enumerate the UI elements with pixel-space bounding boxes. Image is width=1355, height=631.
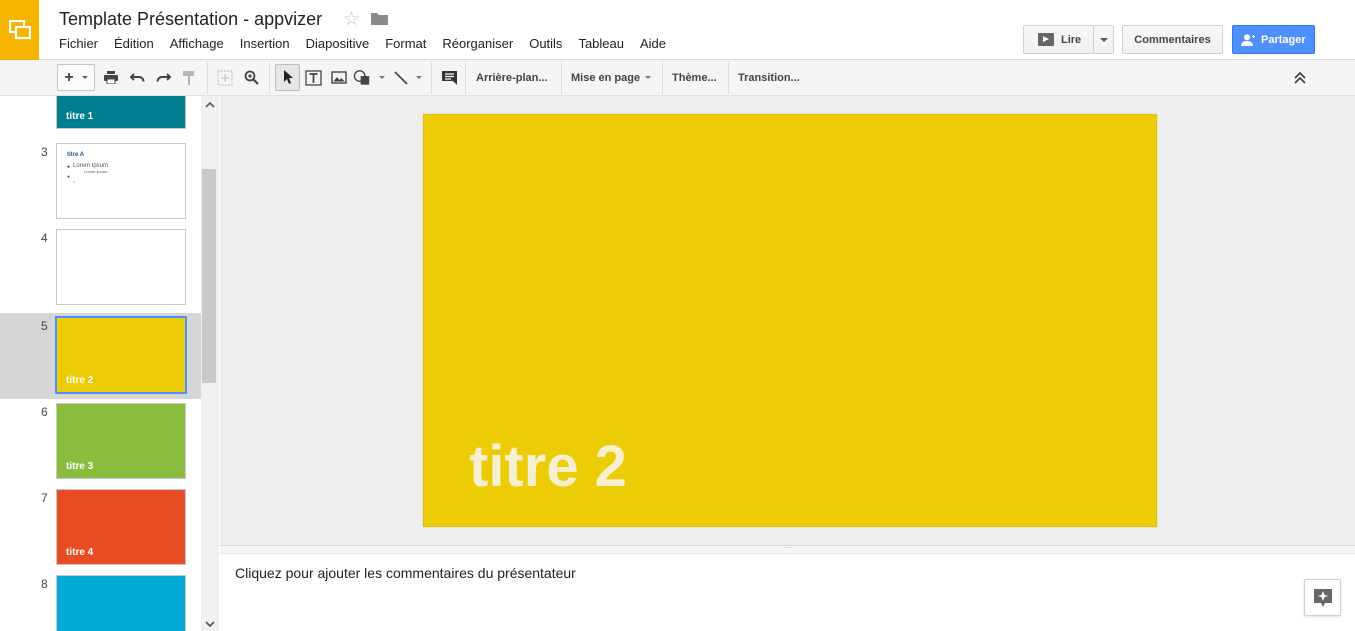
select-cursor-icon[interactable] bbox=[275, 64, 300, 91]
menu-reorganiser[interactable]: Réorganiser bbox=[442, 36, 513, 51]
toolbar-divider bbox=[207, 62, 208, 94]
slide-thumbnail[interactable] bbox=[56, 575, 186, 631]
zoom-fit-icon[interactable] bbox=[213, 64, 237, 91]
scroll-up-icon[interactable] bbox=[205, 101, 215, 109]
theme-button[interactable]: Thème... bbox=[663, 64, 726, 91]
chevron-down-icon bbox=[415, 76, 422, 79]
folder-icon[interactable] bbox=[371, 12, 388, 25]
slide-thumbnail[interactable]: titre A ● Lorem Ipsum Lorem Ipsum ● ○ bbox=[56, 143, 186, 219]
transition-button[interactable]: Transition... bbox=[729, 64, 809, 91]
slide-number: 3 bbox=[41, 145, 48, 159]
slide-thumbnail[interactable]: titre 4 bbox=[56, 489, 186, 565]
new-slide-button[interactable]: + bbox=[57, 64, 95, 91]
print-icon[interactable] bbox=[99, 64, 123, 91]
slide-thumbnail-label: titre 2 bbox=[66, 375, 94, 386]
slide-thumbnail-label: titre 1 bbox=[66, 111, 94, 122]
slide-number: 8 bbox=[41, 577, 48, 591]
slide-thumbnail[interactable]: titre 3 bbox=[56, 403, 186, 479]
present-button[interactable]: Lire bbox=[1023, 25, 1094, 54]
toolbar: + Arrière-plan... Mise en page Thème... … bbox=[0, 60, 1355, 96]
speaker-notes-placeholder[interactable]: Cliquez pour ajouter les commentaires du… bbox=[235, 565, 576, 581]
menu-tableau[interactable]: Tableau bbox=[578, 36, 624, 51]
comments-button[interactable]: Commentaires bbox=[1122, 25, 1223, 54]
slide-thumbnail-row-selected[interactable]: 5 titre 2 bbox=[0, 313, 201, 399]
toolbar-divider bbox=[431, 62, 432, 94]
zoom-icon[interactable] bbox=[239, 64, 263, 91]
background-button[interactable]: Arrière-plan... bbox=[467, 64, 557, 91]
person-icon bbox=[1241, 33, 1255, 46]
comment-add-icon[interactable] bbox=[437, 64, 461, 91]
slide-thumbnail-label: titre 3 bbox=[66, 461, 94, 472]
line-icon[interactable] bbox=[389, 64, 425, 91]
slide-number: 5 bbox=[41, 319, 48, 333]
chevron-down-icon bbox=[645, 76, 652, 79]
plus-icon: + bbox=[64, 68, 74, 86]
menu-bar: Fichier Édition Affichage Insertion Diap… bbox=[59, 36, 682, 51]
present-button-label: Lire bbox=[1061, 33, 1082, 46]
notes-resize-handle[interactable]: ··· bbox=[220, 544, 1355, 554]
slide-thumbnail-title: titre A bbox=[67, 152, 85, 158]
layout-dropdown[interactable]: Mise en page bbox=[562, 64, 660, 91]
slide-canvas[interactable]: titre 2 bbox=[423, 114, 1157, 527]
slide-thumbnail[interactable]: titre 1 bbox=[56, 96, 186, 129]
speaker-notes-panel[interactable]: Cliquez pour ajouter les commentaires du… bbox=[220, 554, 1355, 631]
present-options-dropdown[interactable] bbox=[1093, 25, 1114, 54]
toolbar-divider bbox=[269, 62, 270, 94]
header-bar: Template Présentation - appvizer ☆ Fichi… bbox=[0, 0, 1355, 60]
menu-format[interactable]: Format bbox=[385, 36, 426, 51]
slide-thumbnail-row[interactable]: 7 titre 4 bbox=[0, 485, 201, 571]
slide-title[interactable]: titre 2 bbox=[469, 433, 627, 500]
slide-number: 6 bbox=[41, 405, 48, 419]
slides-logo-icon[interactable] bbox=[0, 0, 39, 60]
slide-thumbnail-bullet: Lorem Ipsum bbox=[84, 169, 108, 174]
toolbar-divider bbox=[465, 62, 466, 94]
paint-format-icon[interactable] bbox=[177, 64, 201, 91]
menu-affichage[interactable]: Affichage bbox=[170, 36, 224, 51]
star-icon[interactable]: ☆ bbox=[343, 8, 360, 31]
slide-filmstrip: titre 1 3 titre A ● Lorem Ipsum Lorem Ip… bbox=[0, 96, 219, 631]
menu-outils[interactable]: Outils bbox=[529, 36, 562, 51]
scroll-down-icon[interactable] bbox=[205, 620, 215, 628]
undo-icon[interactable] bbox=[125, 64, 149, 91]
slide-thumbnail-row[interactable]: 8 bbox=[0, 571, 201, 631]
text-box-icon[interactable] bbox=[301, 64, 325, 91]
image-icon[interactable] bbox=[327, 64, 351, 91]
menu-edition[interactable]: Édition bbox=[114, 36, 154, 51]
slide-thumbnail[interactable] bbox=[56, 229, 186, 305]
chevron-down-icon bbox=[81, 76, 88, 79]
bullet-icon: ○ bbox=[73, 179, 76, 184]
slide-thumbnail-label: titre 4 bbox=[66, 547, 94, 558]
explore-button[interactable] bbox=[1304, 579, 1341, 616]
bullet-icon: ● bbox=[67, 174, 71, 180]
collapse-menus-icon[interactable] bbox=[1293, 71, 1307, 85]
slide-number: 4 bbox=[41, 231, 48, 245]
slide-thumbnail-row[interactable]: 4 bbox=[0, 225, 201, 311]
slide-thumbnail[interactable]: titre 2 bbox=[55, 316, 187, 394]
share-button[interactable]: Partager bbox=[1232, 25, 1315, 54]
shape-icon[interactable] bbox=[353, 64, 385, 91]
document-title[interactable]: Template Présentation - appvizer bbox=[59, 9, 322, 30]
menu-insertion[interactable]: Insertion bbox=[240, 36, 290, 51]
explore-icon bbox=[1313, 588, 1332, 607]
chevron-down-icon bbox=[379, 76, 385, 79]
layout-dropdown-label: Mise en page bbox=[571, 71, 641, 84]
menu-fichier[interactable]: Fichier bbox=[59, 36, 98, 51]
slide-thumbnail-row[interactable]: 3 titre A ● Lorem Ipsum Lorem Ipsum ● ○ bbox=[0, 139, 201, 225]
redo-icon[interactable] bbox=[151, 64, 175, 91]
slide-number: 7 bbox=[41, 491, 48, 505]
filmstrip-scroll-thumb[interactable] bbox=[202, 169, 216, 383]
play-icon bbox=[1038, 33, 1054, 46]
bullet-icon: ● bbox=[67, 164, 71, 170]
menu-diapositive[interactable]: Diapositive bbox=[306, 36, 370, 51]
slide-thumbnail-row[interactable]: 6 titre 3 bbox=[0, 399, 201, 485]
slide-thumbnail-row[interactable]: titre 1 bbox=[0, 96, 201, 135]
menu-aide[interactable]: Aide bbox=[640, 36, 666, 51]
share-button-label: Partager bbox=[1261, 33, 1306, 46]
